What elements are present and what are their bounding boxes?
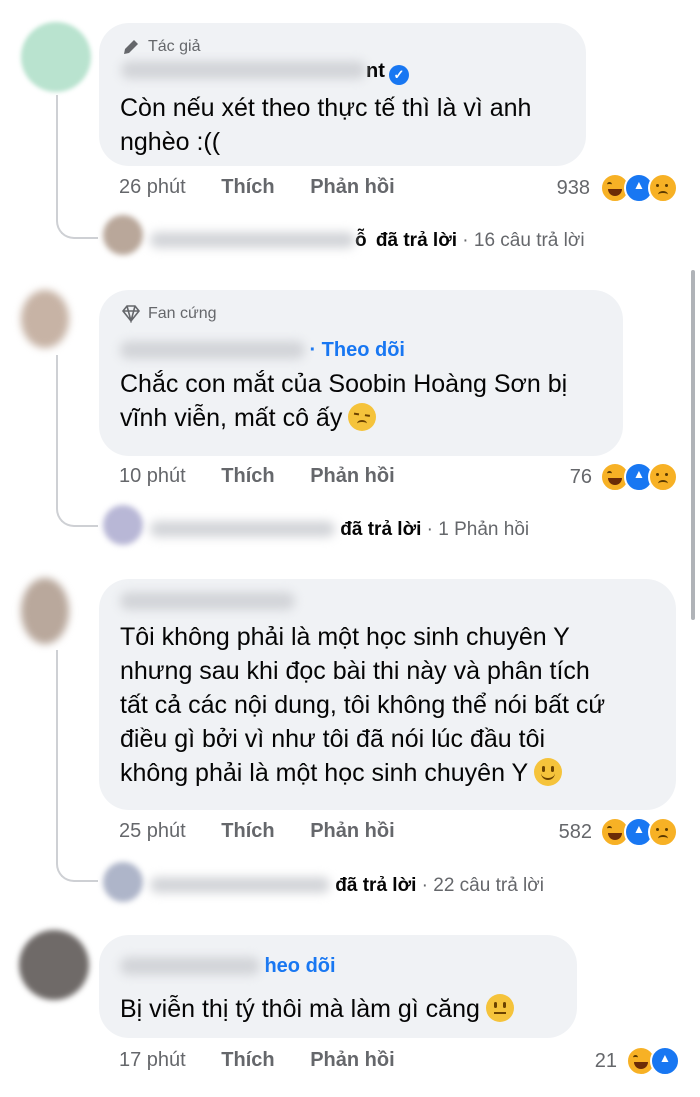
commenter-name[interactable]	[120, 592, 295, 615]
commenter-name[interactable]: · Theo dõi	[120, 339, 405, 362]
reaction-icons[interactable]	[626, 1046, 680, 1076]
reaction-icons[interactable]	[600, 817, 678, 847]
slightly-smiling-face-icon	[534, 758, 563, 786]
thread-connector	[56, 355, 98, 527]
verified-check-icon: ✓	[388, 65, 409, 85]
comment-actions: 25 phút Thích Phản hồi	[119, 820, 395, 843]
blurred-name	[120, 592, 295, 610]
like-button[interactable]: Thích	[221, 176, 274, 198]
neutral-face-icon	[485, 994, 514, 1022]
reply-button[interactable]: Phản hồi	[310, 465, 394, 487]
sad-reaction-icon	[648, 173, 678, 203]
avatar[interactable]	[21, 22, 91, 92]
pencil-icon	[124, 40, 138, 54]
like-button[interactable]: Thích	[221, 465, 274, 487]
comment-text: Chắc con mắt của Soobin Hoàng Sơn bị vĩn…	[120, 370, 568, 432]
comment-actions: 10 phút Thích Phản hồi	[119, 465, 395, 488]
thread-connector	[56, 650, 98, 882]
author-badge-label: Tác giả	[148, 38, 201, 55]
comment-text: Còn nếu xét theo thực tế thì là vì anh n…	[120, 94, 532, 156]
view-replies-link[interactable]: đã trả lời · 22 câu trả lời	[150, 875, 544, 897]
comment-time[interactable]: 25 phút	[119, 820, 186, 842]
blurred-name	[150, 232, 355, 248]
reaction-count[interactable]: 582	[535, 821, 592, 844]
blurred-name	[150, 877, 330, 893]
commenter-name[interactable]: heo dõi	[120, 955, 336, 978]
comment-time[interactable]: 10 phút	[119, 465, 186, 487]
view-replies-link[interactable]: đã trả lời · 1 Phản hồi	[150, 519, 529, 541]
comment-text: Tôi không phải là một học sinh chuyên Y …	[120, 623, 606, 787]
reply-avatar[interactable]	[103, 862, 143, 902]
reply-avatar[interactable]	[103, 505, 143, 545]
thread-connector	[56, 95, 98, 239]
reaction-count[interactable]: 21	[575, 1050, 617, 1073]
reply-button[interactable]: Phản hồi	[310, 1049, 394, 1071]
reaction-icons[interactable]	[600, 462, 678, 492]
reaction-count[interactable]: 76	[540, 466, 592, 489]
blurred-name	[121, 61, 366, 79]
avatar[interactable]	[21, 290, 69, 348]
author-badge: Tác giả	[121, 37, 200, 57]
sad-reaction-icon	[648, 817, 678, 847]
comment-time[interactable]: 17 phút	[119, 1049, 186, 1071]
commenter-name[interactable]: nt ✓	[121, 60, 409, 85]
sad-reaction-icon	[648, 462, 678, 492]
reaction-icons[interactable]	[600, 173, 678, 203]
reply-button[interactable]: Phản hồi	[310, 176, 394, 198]
follow-button[interactable]: · Theo dõi	[309, 339, 405, 361]
follow-button[interactable]: heo dõi	[264, 955, 335, 977]
blurred-name	[120, 341, 305, 359]
avatar[interactable]	[21, 578, 69, 644]
like-button[interactable]: Thích	[221, 1049, 274, 1071]
fan-badge-label: Fan cứng	[148, 305, 217, 322]
reply-avatar[interactable]	[103, 215, 143, 255]
avatar[interactable]	[19, 930, 89, 1000]
reaction-count[interactable]: 938	[540, 177, 590, 200]
reply-button[interactable]: Phản hồi	[310, 820, 394, 842]
diamond-icon	[121, 305, 141, 323]
like-reaction-icon	[650, 1046, 680, 1076]
disappointed-face-icon	[348, 403, 377, 431]
blurred-name	[150, 521, 335, 537]
comment-text: Bị viễn thị tý thôi mà làm gì căng	[120, 992, 570, 1026]
fan-badge: Fan cứng	[121, 305, 217, 323]
view-replies-link[interactable]: ỗ đã trả lời · 16 câu trả lời	[150, 230, 585, 252]
comment-actions: 26 phút Thích Phản hồi	[119, 176, 395, 199]
like-button[interactable]: Thích	[221, 820, 274, 842]
comment-actions: 17 phút Thích Phản hồi	[119, 1049, 395, 1072]
blurred-name	[120, 957, 260, 975]
scrollbar[interactable]	[691, 270, 695, 620]
comment-time[interactable]: 26 phút	[119, 176, 186, 198]
